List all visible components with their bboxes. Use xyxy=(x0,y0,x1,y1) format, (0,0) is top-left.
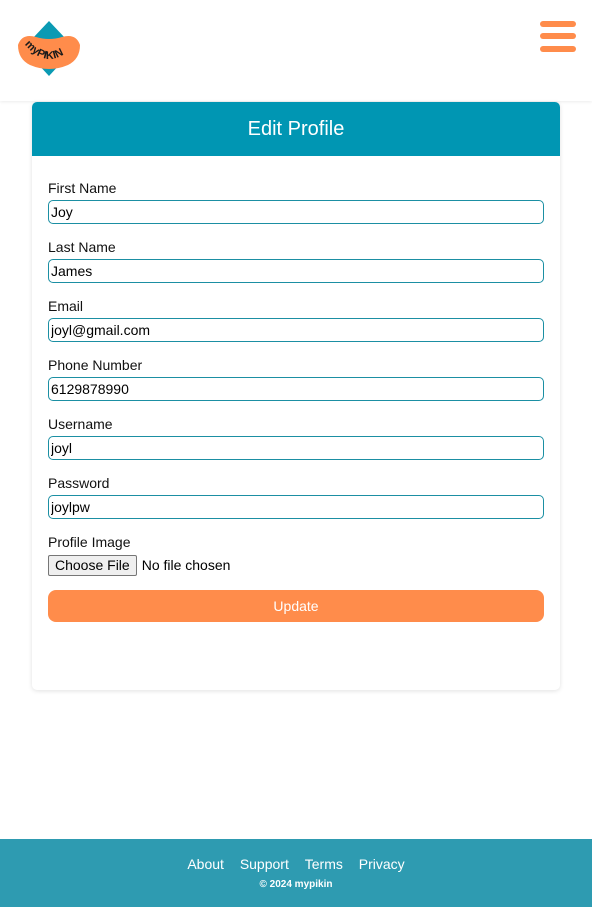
edit-profile-form: First Name Last Name Email Phone Number … xyxy=(32,156,560,622)
update-button[interactable]: Update xyxy=(48,590,544,622)
mypikin-logo[interactable]: myPIKIN xyxy=(14,19,84,77)
last-name-label: Last Name xyxy=(48,239,116,255)
password-input[interactable] xyxy=(48,495,544,519)
password-label: Password xyxy=(48,475,110,491)
email-input[interactable] xyxy=(48,318,544,342)
top-navbar: myPIKIN xyxy=(0,0,592,101)
logo-graphic: myPIKIN xyxy=(18,21,80,76)
hamburger-menu-icon[interactable] xyxy=(538,20,578,56)
username-label: Username xyxy=(48,416,113,432)
card-title: Edit Profile xyxy=(32,102,560,156)
profile-image-picker: Choose File No file chosen xyxy=(48,554,544,576)
file-status-text: No file chosen xyxy=(141,557,231,573)
copyright-text: © 2024 mypikin xyxy=(259,879,333,890)
last-name-input[interactable] xyxy=(48,259,544,283)
first-name-label: First Name xyxy=(48,180,117,196)
footer-link-privacy[interactable]: Privacy xyxy=(359,856,405,872)
first-name-input[interactable] xyxy=(48,200,544,224)
email-label: Email xyxy=(48,298,84,314)
profile-image-label: Profile Image xyxy=(48,534,131,550)
phone-input[interactable] xyxy=(48,377,544,401)
phone-label: Phone Number xyxy=(48,357,143,373)
footer-link-terms[interactable]: Terms xyxy=(305,856,343,872)
edit-profile-card: Edit Profile First Name Last Name Email … xyxy=(32,102,560,690)
footer: About Support Terms Privacy © 2024 mypik… xyxy=(0,839,592,907)
choose-file-button[interactable]: Choose File xyxy=(48,554,137,576)
footer-links: About Support Terms Privacy xyxy=(0,855,592,873)
footer-link-support[interactable]: Support xyxy=(240,856,289,872)
footer-link-about[interactable]: About xyxy=(187,856,224,872)
username-input[interactable] xyxy=(48,436,544,460)
